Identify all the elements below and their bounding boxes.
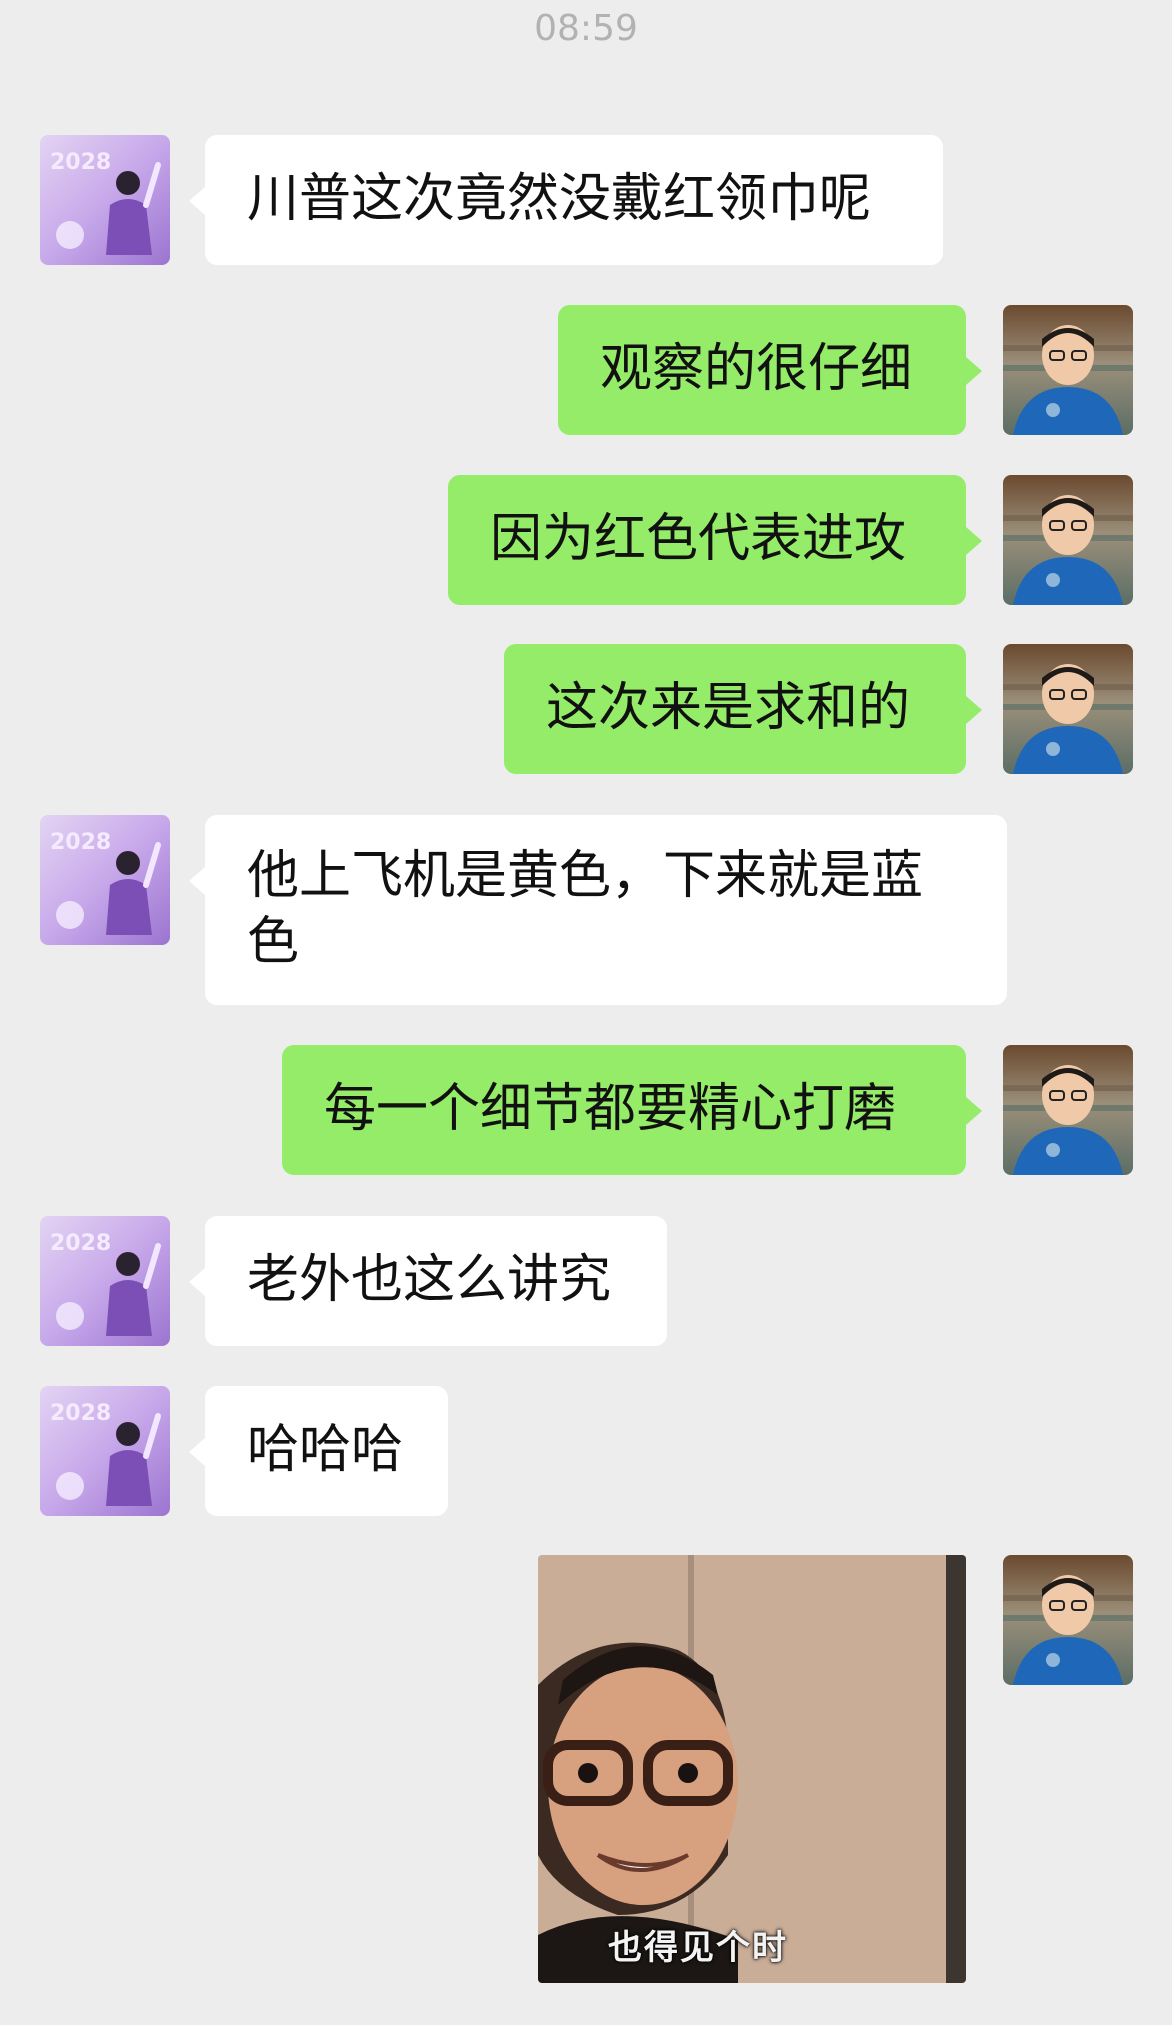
purple-avatar-icon: 2028 [40, 135, 170, 265]
message-text: 因为红色代表进攻 [490, 509, 907, 569]
image-message[interactable]: 也得见个时 [538, 1555, 966, 1983]
message-bubble-received[interactable]: 老外也这么讲究 [189, 1216, 667, 1346]
my-avatar[interactable] [1003, 475, 1133, 605]
man-avatar-icon [1003, 475, 1133, 605]
svg-text:2028: 2028 [50, 830, 111, 855]
message-text: 哈哈哈 [247, 1420, 404, 1480]
chat-timestamp: 08:59 [534, 8, 638, 49]
message-bubble-received[interactable]: 川普这次竟然没戴红领巾呢 [189, 135, 943, 265]
my-avatar[interactable] [1003, 1045, 1133, 1175]
man-avatar-icon [1003, 1555, 1133, 1685]
message-text: 老外也这么讲究 [247, 1250, 612, 1310]
man-avatar-icon [1003, 1045, 1133, 1175]
message-text: 观察的很仔细 [600, 339, 913, 399]
man-avatar-icon [1003, 305, 1133, 435]
purple-avatar-icon: 2028 [40, 1216, 170, 1346]
message-text: 他上飞机是黄色，下来就是蓝色 [247, 846, 924, 972]
my-avatar[interactable] [1003, 1555, 1133, 1685]
message-bubble-sent[interactable]: 因为红色代表进攻 [448, 475, 982, 605]
man-avatar-icon [1003, 644, 1133, 774]
photo-thumbnail [538, 1555, 966, 1983]
purple-avatar-icon: 2028 [40, 1386, 170, 1516]
message-bubble-sent[interactable]: 观察的很仔细 [558, 305, 982, 435]
svg-text:2028: 2028 [50, 150, 111, 175]
message-bubble-received[interactable]: 哈哈哈 [189, 1386, 448, 1516]
message-text: 这次来是求和的 [546, 678, 911, 738]
svg-text:2028: 2028 [50, 1401, 111, 1426]
svg-text:2028: 2028 [50, 1231, 111, 1256]
message-text: 每一个细节都要精心打磨 [324, 1079, 897, 1139]
message-bubble-sent[interactable]: 每一个细节都要精心打磨 [282, 1045, 982, 1175]
message-text: 川普这次竟然没戴红领巾呢 [247, 169, 872, 229]
purple-avatar-icon: 2028 [40, 815, 170, 945]
message-bubble-received[interactable]: 他上飞机是黄色，下来就是蓝色 [189, 815, 1007, 1005]
contact-avatar[interactable]: 2028 [40, 815, 170, 945]
image-caption: 也得见个时 [608, 1928, 788, 1968]
contact-avatar[interactable]: 2028 [40, 1216, 170, 1346]
contact-avatar[interactable]: 2028 [40, 1386, 170, 1516]
message-bubble-sent[interactable]: 这次来是求和的 [504, 644, 982, 774]
my-avatar[interactable] [1003, 644, 1133, 774]
contact-avatar[interactable]: 2028 [40, 135, 170, 265]
my-avatar[interactable] [1003, 305, 1133, 435]
